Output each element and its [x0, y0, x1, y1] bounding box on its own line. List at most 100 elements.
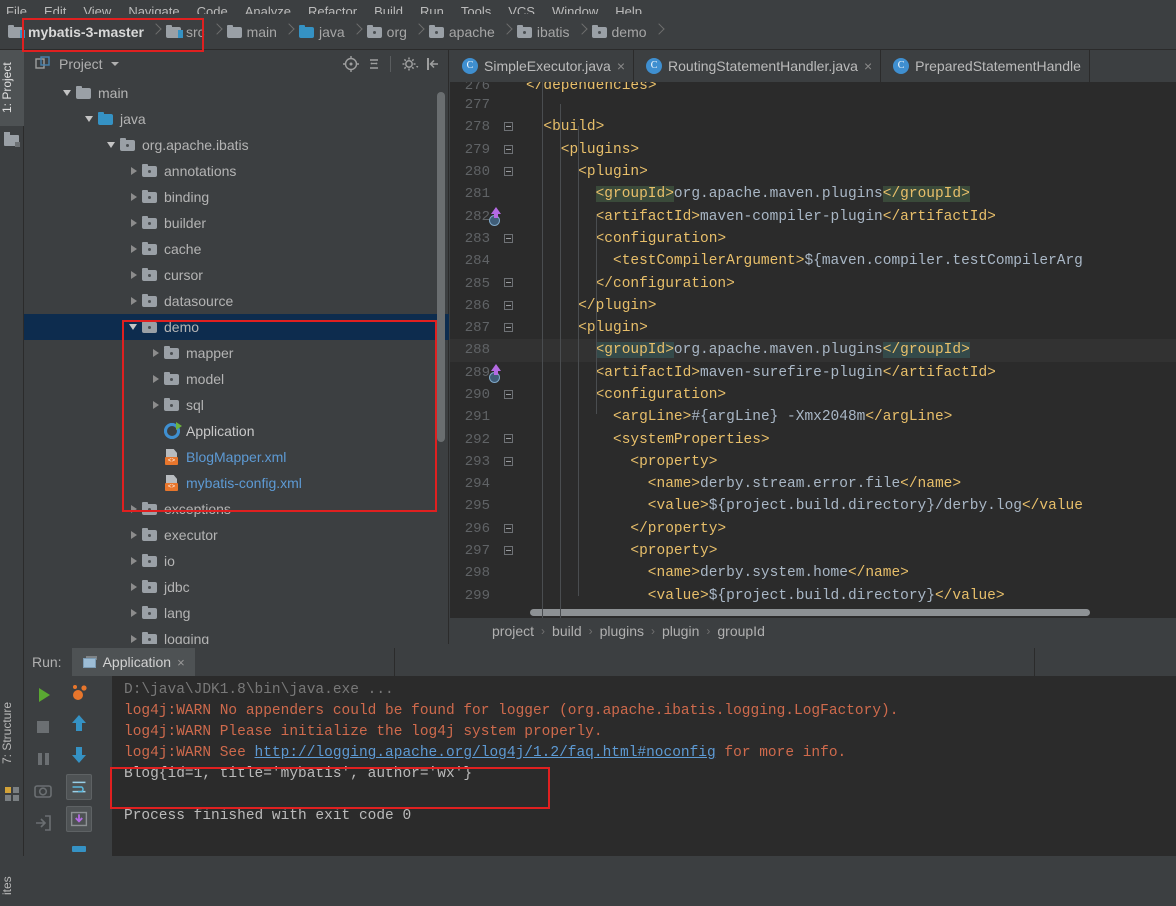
fold-gutter[interactable] — [496, 495, 526, 517]
console-output[interactable]: D:\java\JDK1.8\bin\java.exe ... log4j:WAR… — [112, 676, 1176, 856]
fold-gutter[interactable] — [496, 94, 526, 116]
tree-node-logging[interactable]: logging — [24, 626, 449, 644]
tree-node-cursor[interactable]: cursor — [24, 262, 449, 288]
breadcrumb-item-java[interactable]: java — [298, 14, 345, 50]
tree-twisty-open-icon[interactable] — [60, 80, 76, 106]
tree-node-builder[interactable]: builder — [24, 210, 449, 236]
tree-node-main[interactable]: main — [24, 80, 449, 106]
print-icon[interactable] — [66, 838, 92, 864]
tree-node-jdbc[interactable]: jdbc — [24, 574, 449, 600]
sidebar-item-project[interactable]: 1: Project — [0, 50, 24, 126]
scroll-up-icon[interactable] — [66, 710, 92, 736]
fold-gutter[interactable] — [496, 406, 526, 428]
tree-node-annotations[interactable]: annotations — [24, 158, 449, 184]
project-scrollbar[interactable] — [437, 92, 445, 442]
tree-twisty-closed-icon[interactable] — [126, 262, 142, 288]
tree-node-sql[interactable]: sql — [24, 392, 449, 418]
editor-breadcrumb-project[interactable]: project — [492, 623, 534, 639]
fold-gutter[interactable] — [496, 139, 526, 161]
tree-twisty-closed-icon[interactable] — [126, 236, 142, 262]
fold-gutter[interactable] — [496, 272, 526, 294]
breadcrumb-item-apache[interactable]: apache — [428, 14, 495, 50]
close-icon[interactable]: × — [864, 59, 872, 73]
settings-gear-icon[interactable] — [400, 54, 420, 74]
code-line-278[interactable]: 278 <build> — [450, 116, 1176, 138]
exit-icon[interactable] — [30, 810, 56, 836]
scroll-down-icon[interactable] — [66, 742, 92, 768]
override-marker-icon[interactable] — [486, 207, 504, 227]
fold-gutter[interactable] — [496, 250, 526, 272]
tree-node-lang[interactable]: lang — [24, 600, 449, 626]
code-line-277[interactable]: 277 — [450, 94, 1176, 116]
code-line-296[interactable]: 296 </property> — [450, 518, 1176, 540]
close-icon[interactable]: × — [177, 655, 185, 670]
code-line-294[interactable]: 294 <name>derby.stream.error.file</name> — [450, 473, 1176, 495]
project-tree[interactable]: main java org.apache.ibatis annotations bind… — [24, 80, 449, 644]
tree-node-blogmapper-xml[interactable]: <> BlogMapper.xml — [24, 444, 449, 470]
tree-node-cache[interactable]: cache — [24, 236, 449, 262]
camera-dump-icon[interactable] — [30, 778, 56, 804]
tree-node-binding[interactable]: binding — [24, 184, 449, 210]
fold-gutter[interactable] — [496, 295, 526, 317]
coverage-icon[interactable] — [66, 680, 92, 706]
fold-gutter[interactable] — [496, 116, 526, 138]
tree-twisty-open-icon[interactable] — [82, 106, 98, 132]
locate-target-icon[interactable] — [341, 54, 361, 74]
run-tab-application[interactable]: Application × — [71, 648, 195, 676]
fold-gutter[interactable] — [496, 540, 526, 562]
tree-twisty-closed-icon[interactable] — [126, 626, 142, 644]
code-line-283[interactable]: 283 <configuration> — [450, 228, 1176, 250]
sidebar-item-favorites[interactable]: ites — [0, 865, 24, 906]
code-line-286[interactable]: 286 </plugin> — [450, 295, 1176, 317]
scroll-to-end-icon[interactable] — [66, 806, 92, 832]
tree-node-exceptions[interactable]: exceptions — [24, 496, 449, 522]
fold-gutter[interactable] — [496, 562, 526, 584]
editor-tab-simpleexecutor[interactable]: C SimpleExecutor.java × — [450, 50, 635, 82]
tree-twisty-closed-icon[interactable] — [126, 184, 142, 210]
editor-horizontal-scrollbar[interactable] — [530, 609, 1090, 616]
code-line-295[interactable]: 295 <value>${project.build.directory}/der… — [450, 495, 1176, 517]
breadcrumb-item-src[interactable]: src — [165, 14, 205, 50]
breadcrumb-item-main[interactable]: main — [226, 14, 277, 50]
tree-twisty-closed-icon[interactable] — [126, 496, 142, 522]
collapse-all-icon[interactable] — [364, 54, 384, 74]
code-line-297[interactable]: 297 <property> — [450, 540, 1176, 562]
code-line-281[interactable]: 281 <groupId>org.apache.maven.plugins</gr… — [450, 183, 1176, 205]
editor-breadcrumb-build[interactable]: build — [552, 623, 582, 639]
tree-twisty-closed-icon[interactable] — [148, 340, 164, 366]
tree-node-datasource[interactable]: datasource — [24, 288, 449, 314]
tree-twisty-closed-icon[interactable] — [126, 600, 142, 626]
code-line-288[interactable]: 288 <groupId>org.apache.maven.plugins</gr… — [450, 339, 1176, 362]
fold-gutter[interactable] — [496, 473, 526, 495]
breadcrumb-item-ibatis[interactable]: ibatis — [516, 14, 570, 50]
fold-gutter[interactable] — [496, 585, 526, 607]
code-line-290[interactable]: 290 <configuration> — [450, 384, 1176, 406]
soft-wrap-icon[interactable] — [66, 774, 92, 800]
tree-node-mapper[interactable]: mapper — [24, 340, 449, 366]
tree-twisty-closed-icon[interactable] — [126, 522, 142, 548]
chevron-down-icon[interactable] — [110, 62, 119, 66]
code-line-279[interactable]: 279 <plugins> — [450, 139, 1176, 161]
fold-gutter[interactable] — [496, 161, 526, 183]
tree-node-java[interactable]: java — [24, 106, 449, 132]
hide-panel-icon[interactable] — [423, 54, 443, 74]
code-line-282[interactable]: 282 <artifactId>maven-compiler-plugin</ar… — [450, 205, 1176, 227]
tree-node-io[interactable]: io — [24, 548, 449, 574]
editor-breadcrumb-plugin[interactable]: plugin — [662, 623, 699, 639]
code-line-298[interactable]: 298 <name>derby.system.home</name> — [450, 562, 1176, 584]
code-editor[interactable]: 276 </dependencies> 277 278 <build> 279 <plugi… — [450, 82, 1176, 618]
pause-icon[interactable] — [30, 746, 56, 772]
tree-node-demo[interactable]: demo — [24, 314, 449, 340]
code-line-287[interactable]: 287 <plugin> — [450, 317, 1176, 339]
close-icon[interactable]: × — [617, 59, 625, 73]
editor-breadcrumb-plugins[interactable]: plugins — [600, 623, 644, 639]
fold-gutter[interactable] — [496, 82, 526, 94]
code-line-276[interactable]: 276 </dependencies> — [450, 82, 1176, 94]
fold-gutter[interactable] — [496, 518, 526, 540]
fold-gutter[interactable] — [496, 183, 526, 205]
sidebar-item-structure[interactable]: 7: Structure — [0, 685, 24, 781]
override-marker-icon[interactable] — [486, 363, 504, 383]
fold-gutter[interactable] — [496, 317, 526, 339]
breadcrumb-item-org[interactable]: org — [366, 14, 407, 50]
code-line-299[interactable]: 299 <value>${project.build.directory}</va… — [450, 585, 1176, 607]
